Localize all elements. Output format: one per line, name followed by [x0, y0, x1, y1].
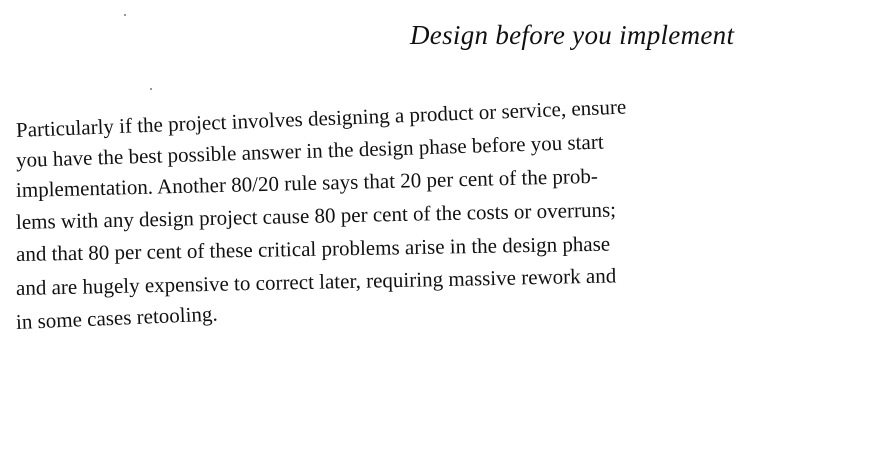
scan-speck [150, 88, 152, 90]
body-paragraph: Particularly if the project involves des… [15, 92, 856, 344]
section-heading: Design before you implement [410, 20, 735, 50]
scan-speck [124, 14, 126, 16]
book-page: Design before you implement Particularly… [0, 0, 886, 453]
